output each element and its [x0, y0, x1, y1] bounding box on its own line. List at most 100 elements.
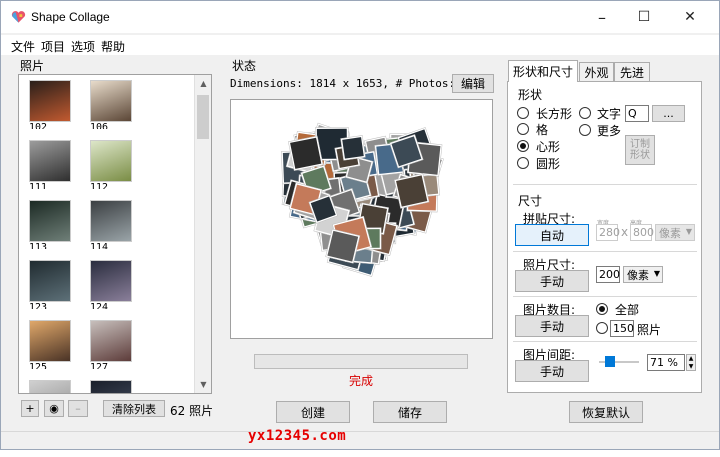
remove-photo-button[interactable]: –	[68, 400, 88, 417]
photo-thumbnail[interactable]: 127	[90, 320, 136, 369]
photo-thumbnail-image	[90, 380, 132, 393]
photo-thumbnail[interactable]: 124	[90, 260, 136, 309]
photo-thumbnail[interactable]: 123	[29, 260, 75, 309]
shape-text-label: 文字	[597, 107, 622, 121]
divider	[513, 341, 697, 342]
photo-thumbnail-label: 102	[29, 122, 48, 129]
scroll-up-icon[interactable]: ▲	[195, 75, 211, 92]
collage-unit-select[interactable]: 像素 ▼	[655, 224, 695, 241]
photo-size-manual-button[interactable]: 手动	[515, 270, 589, 292]
shape-text-options-button[interactable]: ...	[652, 105, 685, 122]
photo-thumbnail-image	[29, 260, 71, 302]
spin-down-icon[interactable]: ▼	[689, 363, 694, 370]
count-unit-label: 照片	[637, 323, 662, 337]
size-x-sign: x	[621, 225, 629, 239]
shape-circle-label: 圆形	[536, 157, 561, 171]
title-bar[interactable]: Shape Collage – ☐ ✕	[1, 1, 719, 33]
collage-size-auto-button[interactable]: 自动	[515, 224, 589, 246]
menu-bar: 文件 项目 选项 帮助	[1, 35, 719, 55]
photo-thumbnail-image	[90, 80, 132, 122]
clear-list-button[interactable]: 清除列表	[103, 400, 165, 417]
save-button[interactable]: 储存	[373, 401, 447, 423]
status-done: 完成	[349, 374, 374, 388]
photo-thumbnail-label: 125	[29, 362, 48, 369]
collage-height-input[interactable]: 800	[630, 224, 654, 241]
spin-up-icon[interactable]: ▲	[689, 355, 694, 362]
menu-project[interactable]: 项目	[38, 35, 68, 55]
photo-thumbnail-image	[90, 260, 132, 302]
photo-thumbnail[interactable]	[90, 380, 136, 393]
photo-thumbnail-image	[29, 200, 71, 242]
add-web-photo-button[interactable]: ◉	[44, 400, 64, 417]
photo-thumbnail[interactable]: 114	[90, 200, 136, 249]
photo-thumbnail-image	[90, 320, 132, 362]
scroll-down-icon[interactable]: ▼	[195, 376, 211, 393]
photo-thumbnail-image	[29, 140, 71, 182]
tab-shape-size[interactable]: 形状和尺寸	[508, 60, 578, 82]
photo-thumbnail[interactable]: 111	[29, 140, 75, 189]
menu-help[interactable]: 帮助	[98, 35, 128, 55]
shape-circle-radio[interactable]	[517, 157, 529, 169]
collage-preview[interactable]	[230, 99, 493, 339]
photo-thumbnail[interactable]	[29, 380, 75, 393]
menu-options[interactable]: 选项	[68, 35, 98, 55]
minimize-button[interactable]: –	[579, 1, 625, 33]
photo-thumbnail[interactable]: 125	[29, 320, 75, 369]
window-title: Shape Collage	[31, 10, 110, 24]
add-photo-button[interactable]: +	[21, 400, 39, 417]
count-all-radio[interactable]	[596, 303, 608, 315]
spacing-slider-thumb[interactable]	[605, 356, 615, 367]
heart-collage	[281, 122, 444, 277]
photo-unit-select[interactable]: 像素 ▼	[623, 266, 663, 283]
shape-rect-label: 长方形	[536, 107, 573, 121]
shape-grid-label: 格	[536, 123, 549, 137]
photo-count-input[interactable]: 150	[610, 320, 634, 337]
photo-thumbnail[interactable]: 106	[90, 80, 136, 129]
photo-size-input[interactable]: 200	[596, 266, 620, 283]
maximize-button[interactable]: ☐	[621, 1, 667, 33]
status-label: 状态	[232, 59, 257, 73]
photo-thumbnail[interactable]: 112	[90, 140, 136, 189]
status-bar	[1, 431, 719, 450]
spacing-input[interactable]: 71 %	[647, 354, 685, 371]
tab-appearance[interactable]: 外观	[579, 62, 614, 81]
photo-list[interactable]: 102 106 111 112 113 114 123 124 125 127 ▲ ▼	[18, 74, 212, 394]
reset-defaults-button[interactable]: 恢复默认	[569, 401, 643, 423]
spacing-spinner[interactable]: ▲ ▼	[686, 354, 696, 371]
photo-list-scrollbar[interactable]: ▲ ▼	[194, 75, 211, 393]
photo-thumbnail[interactable]: 113	[29, 200, 75, 249]
close-button[interactable]: ✕	[667, 1, 713, 33]
collage-unit-value: 像素	[659, 226, 681, 240]
photo-thumbnail[interactable]: 102	[29, 80, 75, 129]
photo-thumbnail-label: 124	[90, 302, 109, 309]
photo-count-manual-button[interactable]: 手动	[515, 315, 589, 337]
photo-thumbnail-image	[29, 80, 71, 122]
count-number-radio[interactable]	[596, 322, 608, 334]
create-button[interactable]: 创建	[276, 401, 350, 423]
shape-grid-radio[interactable]	[517, 123, 529, 135]
shape-text-radio[interactable]	[579, 107, 591, 119]
count-all-label: 全部	[615, 303, 640, 317]
edit-button[interactable]: 编辑	[452, 74, 494, 93]
spacing-manual-button[interactable]: 手动	[515, 360, 589, 382]
shape-heart-radio[interactable]	[517, 140, 529, 152]
size-group-label: 尺寸	[518, 194, 543, 208]
collage-width-input[interactable]: 280	[596, 224, 620, 241]
photo-thumbnail-label: 106	[90, 122, 109, 129]
scroll-thumb[interactable]	[197, 95, 209, 139]
watermark: yx12345.com	[248, 428, 347, 444]
menu-file[interactable]: 文件	[8, 35, 38, 55]
tab-advanced[interactable]: 先进	[614, 62, 650, 81]
shape-rect-radio[interactable]	[517, 107, 529, 119]
photo-thumbnail-image	[29, 380, 71, 393]
photo-thumbnail-label: 112	[90, 182, 109, 189]
divider	[513, 184, 697, 185]
photo-thumbnail-image	[90, 200, 132, 242]
photo-thumbnail-label: 114	[90, 242, 109, 249]
shape-text-input[interactable]: Q	[625, 105, 649, 122]
photo-thumbnail-label: 127	[90, 362, 109, 369]
photo-thumbnail-image	[90, 140, 132, 182]
photos-label: 照片	[20, 59, 45, 73]
shape-more-radio[interactable]	[579, 124, 591, 136]
custom-shape-button[interactable]: 订制 形状	[625, 135, 655, 165]
